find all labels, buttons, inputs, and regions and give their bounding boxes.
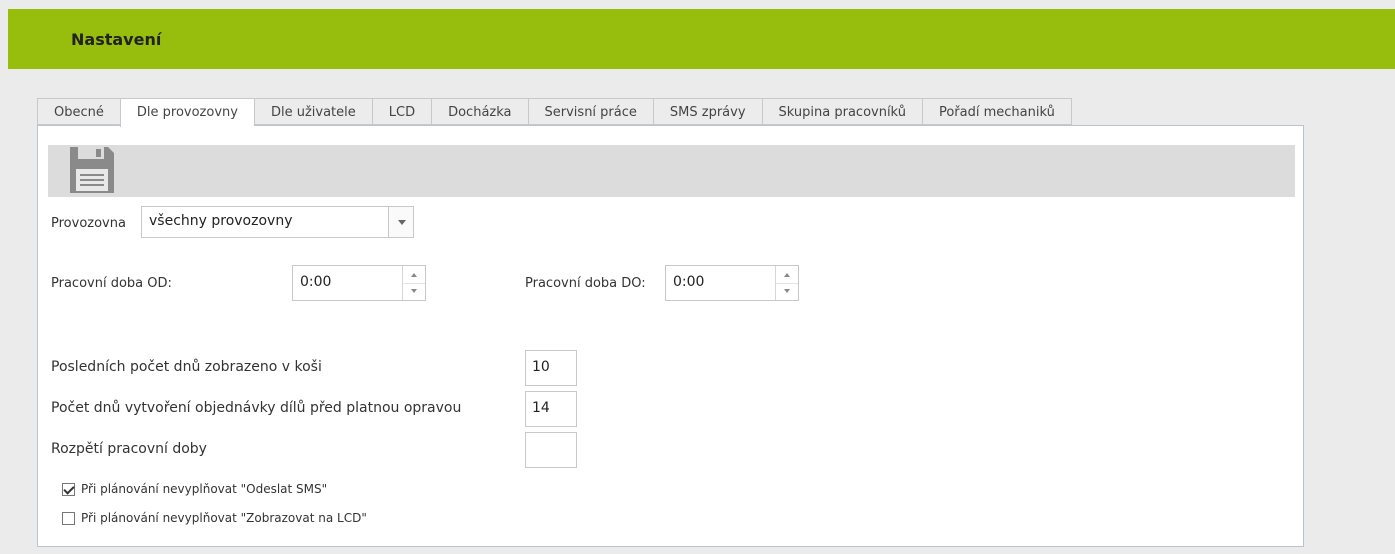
settings-panel: Provozovna všechny provozovny Pracovní d… [37,125,1304,547]
pracovni-doba-od-value: 0:00 [300,274,332,290]
provozovna-label: Provozovna [51,216,126,231]
pracovni-doba-do-input[interactable]: 0:00 [665,265,799,301]
spin-down-icon[interactable] [776,283,798,300]
rozpeti-input[interactable] [525,432,577,468]
pocet-dnu-kos-input[interactable]: 10 [525,350,577,386]
pocet-dnu-kos-label: Posledních počet dnů zobrazeno v koši [51,359,322,375]
chevron-down-icon[interactable] [388,207,413,237]
pracovni-doba-do-value: 0:00 [673,274,705,290]
checkbox-sms-label: Při plánování nevyplňovat "Odeslat SMS" [81,482,328,496]
provozovna-value: všechny provozovny [149,213,293,229]
tab-skupina-pracovniku[interactable]: Skupina pracovníků [761,98,922,125]
spin-down-icon[interactable] [403,283,425,300]
toolbar [48,145,1295,197]
tab-dochazka[interactable]: Docházka [431,98,528,125]
tab-poradi-mechaniku[interactable]: Pořadí mechaniků [921,98,1072,125]
tab-dle-provozovny[interactable]: Dle provozovny [119,98,254,127]
pocet-dnu-objednavka-label: Počet dnů vytvoření objednávky dílů před… [51,400,462,416]
checkbox-lcd-row[interactable]: Při plánování nevyplňovat "Zobrazovat na… [62,511,367,525]
checkbox-lcd-label: Při plánování nevyplňovat "Zobrazovat na… [81,511,367,525]
checkbox-lcd[interactable] [62,511,75,525]
page-header: Nastavení [8,9,1395,69]
checkbox-sms-row[interactable]: Při plánování nevyplňovat "Odeslat SMS" [62,482,327,496]
spin-up-icon[interactable] [776,266,798,284]
pracovni-doba-od-label: Pracovní doba OD: [51,276,172,291]
save-button[interactable] [68,145,116,195]
provozovna-select[interactable]: všechny provozovny [141,206,414,238]
checkbox-sms[interactable] [62,482,75,496]
page-title: Nastavení [71,30,162,49]
tab-sms-zpravy[interactable]: SMS zprávy [652,98,762,125]
tab-obecne[interactable]: Obecné [37,98,120,125]
tab-bar: Obecné Dle provozovny Dle uživatele LCD … [37,98,1072,127]
tab-lcd[interactable]: LCD [371,98,432,125]
spin-up-icon[interactable] [403,266,425,284]
pocet-dnu-objednavka-input[interactable]: 14 [525,391,577,427]
tab-dle-uzivatele[interactable]: Dle uživatele [253,98,372,125]
pracovni-doba-od-input[interactable]: 0:00 [292,265,426,301]
pracovni-doba-do-label: Pracovní doba DO: [525,276,646,291]
rozpeti-label: Rozpětí pracovní doby [51,441,207,457]
floppy-disk-icon [70,147,114,193]
tab-servisni-prace[interactable]: Servisní práce [527,98,653,125]
